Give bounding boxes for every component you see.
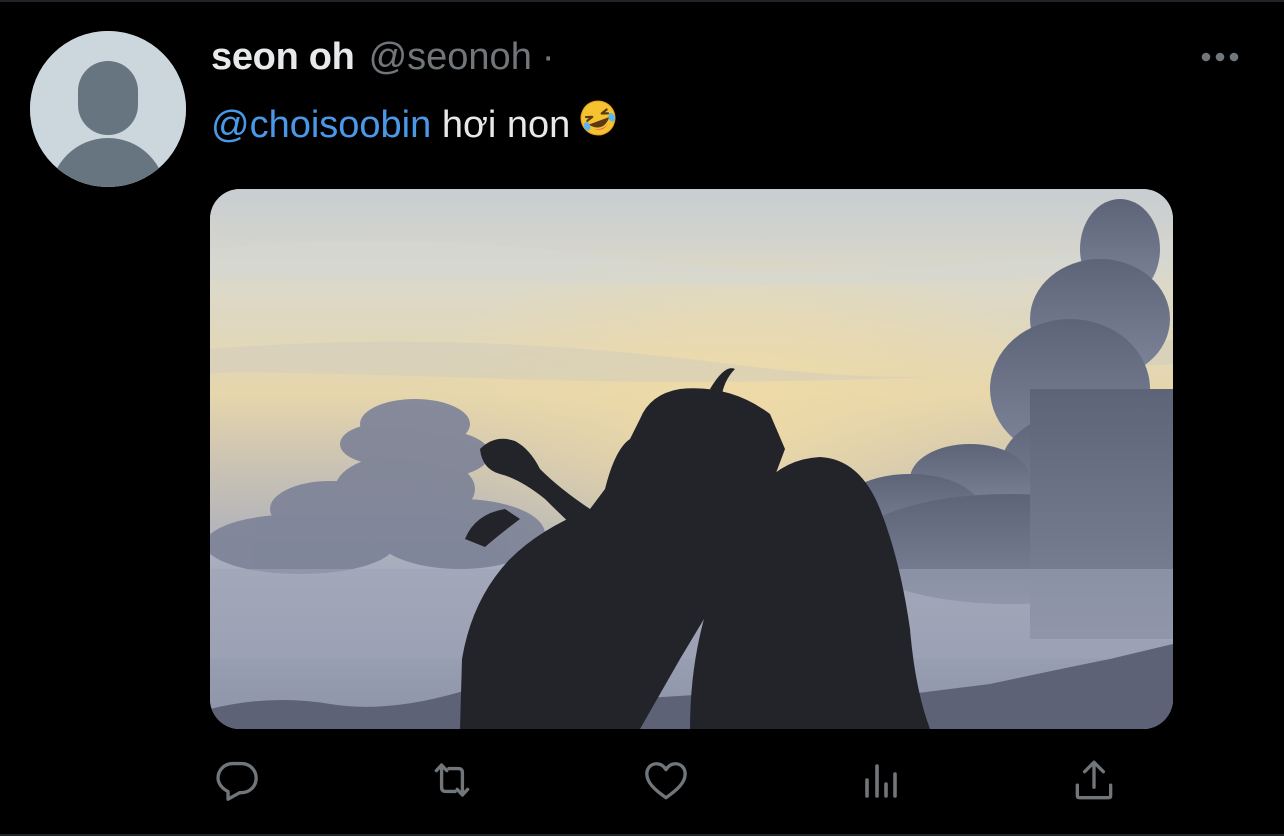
redacted-timestamp bbox=[568, 49, 627, 73]
share-button[interactable] bbox=[1064, 750, 1124, 810]
separator-dot: · bbox=[541, 36, 555, 78]
tweet-header: seon oh @seonoh · bbox=[211, 36, 627, 80]
heart-icon bbox=[645, 762, 687, 800]
more-icon bbox=[1201, 52, 1239, 62]
share-icon bbox=[1075, 760, 1113, 800]
mention-link[interactable]: @choisoobin bbox=[211, 104, 431, 146]
views-button[interactable] bbox=[851, 750, 911, 810]
default-avatar-icon bbox=[30, 31, 186, 187]
tweet-text: @choisoobin hơi non bbox=[211, 98, 618, 153]
avatar[interactable] bbox=[30, 31, 186, 187]
user-handle[interactable]: @seonoh bbox=[369, 36, 532, 79]
tweet-body-text: hơi non bbox=[431, 104, 571, 147]
silhouette-couple-sunset-image bbox=[210, 189, 1173, 729]
retweet-icon bbox=[434, 763, 470, 797]
reply-button[interactable] bbox=[207, 750, 267, 810]
tweet[interactable]: seon oh @seonoh · @choisoobin hơi non bbox=[0, 0, 1284, 836]
display-name[interactable]: seon oh bbox=[211, 36, 355, 79]
like-button[interactable] bbox=[636, 750, 696, 810]
tweet-actions bbox=[0, 750, 1284, 810]
rofl-emoji-icon bbox=[578, 98, 618, 150]
tweet-photo[interactable] bbox=[210, 189, 1173, 729]
analytics-icon bbox=[865, 764, 897, 798]
reply-icon bbox=[216, 761, 258, 801]
retweet-button[interactable] bbox=[422, 750, 482, 810]
more-options-button[interactable] bbox=[1198, 42, 1242, 72]
